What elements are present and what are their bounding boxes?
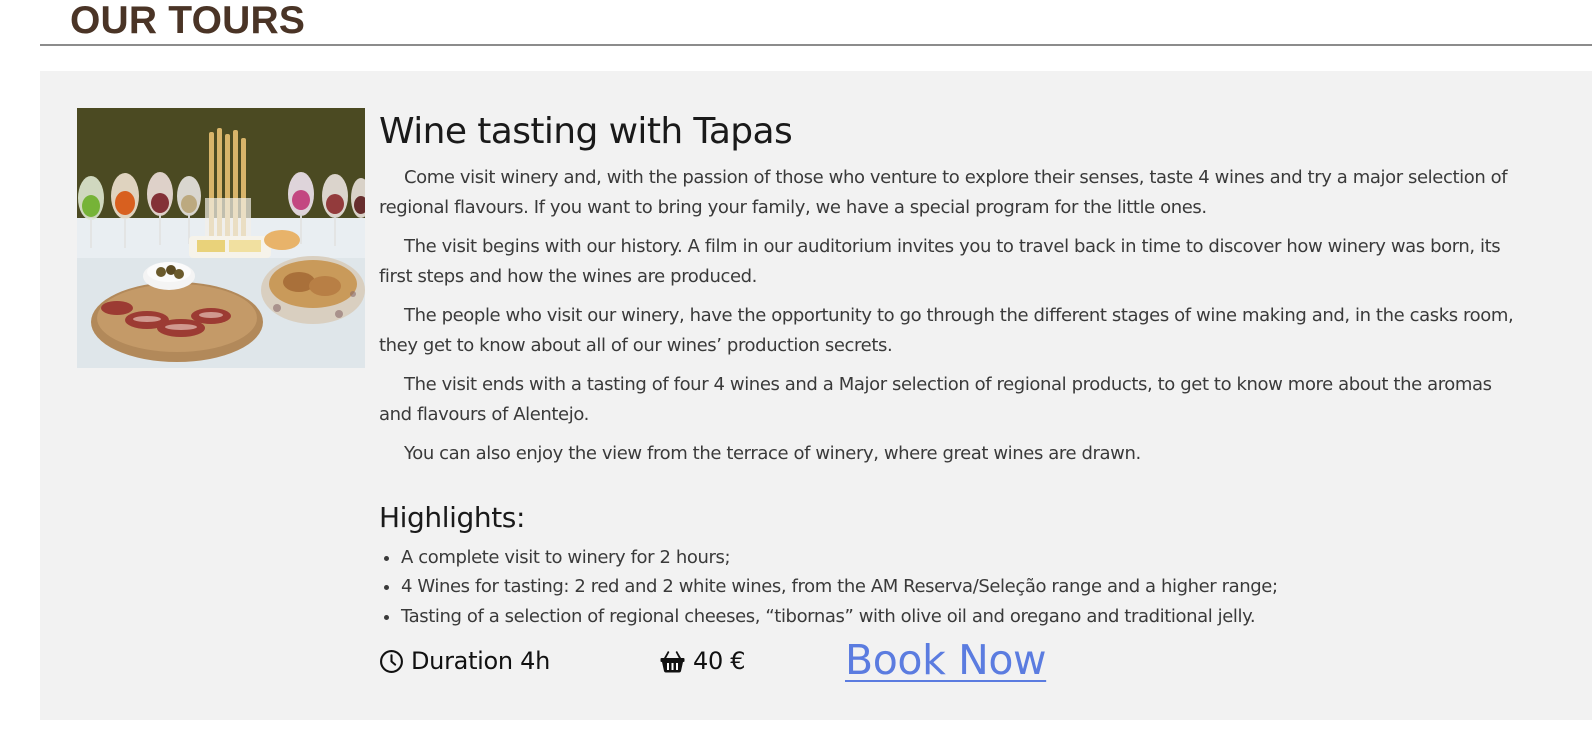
basket-icon <box>660 650 685 673</box>
highlights-list: A complete visit to winery for 2 hours; … <box>379 543 1519 632</box>
clock-icon <box>380 649 403 673</box>
highlights-title: Highlights: <box>379 500 526 534</box>
book-now-link[interactable]: Book Now <box>845 637 1047 683</box>
description-paragraph: The visit ends with a tasting of four 4 … <box>379 374 1492 425</box>
description-paragraph: The visit begins with our history. A fil… <box>379 236 1501 287</box>
description-paragraph: The people who visit our winery, have th… <box>379 305 1514 356</box>
list-item: 4 Wines for tasting: 2 red and 2 white w… <box>401 572 1519 602</box>
page-title: OUR TOURS <box>70 0 306 42</box>
description-paragraph: Come visit winery and, with the passion … <box>379 167 1508 218</box>
tour-meta: Duration 4h 40 € Book Now <box>379 637 1519 683</box>
duration-label: Duration 4h <box>411 647 551 675</box>
description-paragraph: You can also enjoy the view from the ter… <box>404 443 1141 464</box>
tour-description: Come visit winery and, with the passion … <box>379 163 1519 469</box>
tour-card: Wine tasting with Tapas Come visit winer… <box>40 71 1592 720</box>
list-item: Tasting of a selection of regional chees… <box>401 602 1519 632</box>
tour-body: Wine tasting with Tapas Come visit winer… <box>379 111 1519 683</box>
duration: Duration 4h <box>379 647 550 675</box>
price-label: 40 € <box>693 647 746 675</box>
tour-title: Wine tasting with Tapas <box>379 111 793 152</box>
price: 40 € <box>659 647 746 675</box>
title-divider <box>40 44 1592 46</box>
tour-image <box>77 108 365 368</box>
list-item: A complete visit to winery for 2 hours; <box>401 543 1519 573</box>
